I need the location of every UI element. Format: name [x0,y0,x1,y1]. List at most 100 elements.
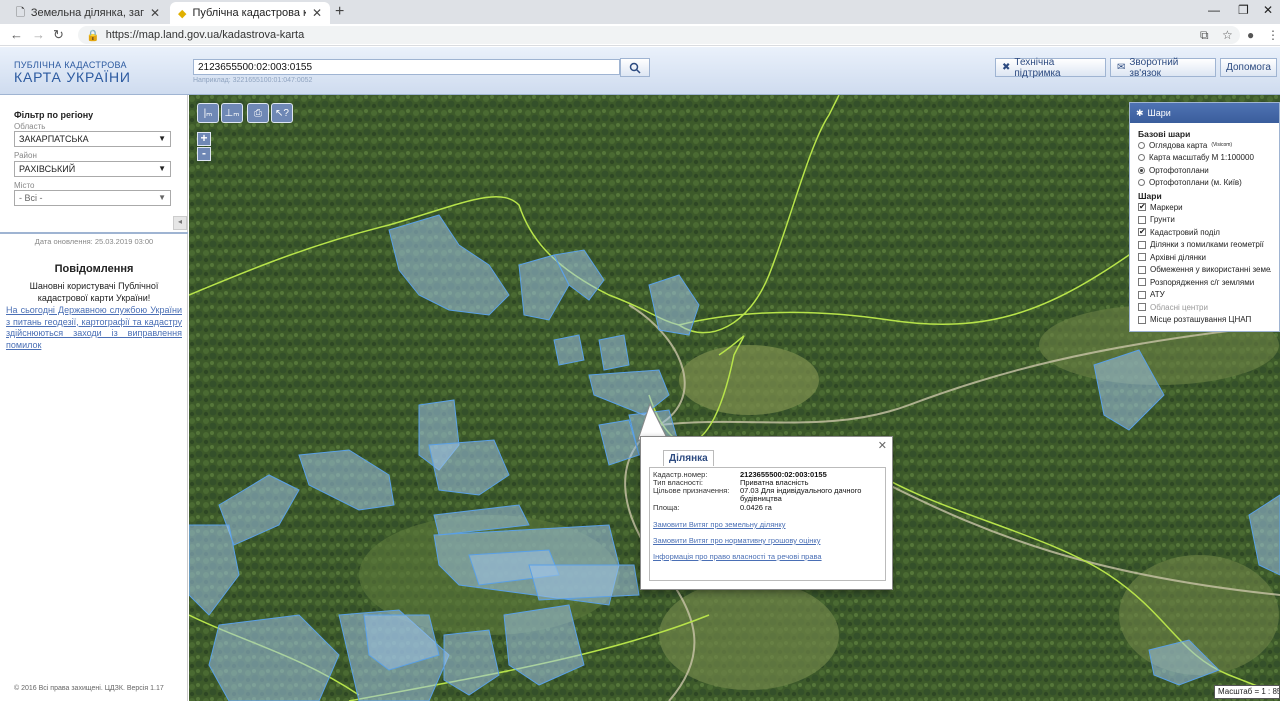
orthophoto-map[interactable] [189,95,1280,701]
overlay-layer-label: Кадастровий поділ [1150,227,1220,237]
collapse-panel-icon[interactable]: ◂ [173,216,187,230]
maximize-icon[interactable]: ❐ [1238,3,1249,17]
translate-icon[interactable]: ⧉ [1200,28,1209,43]
base-layer-note: (Visicom) [1211,142,1233,149]
new-tab-icon[interactable]: + [335,3,344,21]
checkbox[interactable] [1138,215,1146,224]
browser-tab-1[interactable]: 🗋 Земельна ділянка, загальною п ✕ [8,2,168,24]
bookmark-star-icon[interactable]: ☆ [1222,28,1233,42]
base-layer-label: Оглядова карта [1149,140,1208,150]
forward-icon[interactable]: → [32,27,45,42]
overlay-layer-option[interactable]: Розпорядження с/г землями [1138,276,1271,289]
checkbox[interactable] [1138,315,1146,324]
overlay-layer-label: АТУ [1150,290,1165,300]
overlay-layer-option[interactable]: Обласні центри [1138,301,1271,314]
checkbox[interactable] [1138,303,1146,312]
radio-button[interactable] [1138,179,1145,187]
notice-title: Повідомлення [54,263,134,275]
overlay-layer-option[interactable]: Ділянки з помилками геометрії [1138,239,1271,252]
region-filter-panel: Фільтр по регіону Область ЗАКАРПАТСЬКА ▼… [0,95,188,701]
city-select[interactable]: - Всі - ▼ [14,190,171,206]
cursor-help-icon: ↖? [275,107,289,119]
mail-icon: ✉ [1117,62,1126,73]
overlay-layer-option[interactable]: Грунти [1138,214,1271,227]
help-label: Допомога [1226,62,1271,73]
overlay-layers-title: Шари [1138,191,1162,201]
close-tab-icon[interactable]: ✕ [312,6,322,20]
area-label: Площа: [653,503,680,512]
base-layer-option[interactable]: Оглядова карта (Visicom) [1138,139,1271,152]
identify-button[interactable]: ↖? [271,103,293,123]
browser-tab-title: Земельна ділянка, загальною п [30,7,144,19]
radio-button[interactable] [1138,141,1145,149]
close-window-icon[interactable]: ✕ [1263,3,1273,17]
close-icon[interactable]: ✕ [878,439,887,452]
city-value: - Всі - [19,193,43,203]
filter-title: Фільтр по регіону [14,110,94,120]
notice-body: Шановні користувачі Публічної кадастрово… [29,281,159,303]
parcel-details: Кадастр.номер: 2123655500:02:003:0155 Ти… [649,467,886,581]
checkbox[interactable]: ✔ [1138,203,1146,212]
purpose-label: Цільове призначення: [653,486,730,495]
checkbox[interactable] [1138,240,1146,249]
feedback-button[interactable]: ✉ Зворотний зв'язок [1110,57,1216,79]
measure-area-button[interactable]: ⊥ₘ [221,103,243,123]
menu-dots-icon[interactable]: ⋮ [1267,28,1279,42]
layers-header[interactable]: ✱ Шари [1130,103,1279,123]
ruler-icon: |ₘ [203,107,213,119]
overlay-layer-option[interactable]: Обмеження у використанні земель [1138,264,1271,277]
overlay-layer-option[interactable]: Архівні ділянки [1138,251,1271,264]
chevron-down-icon: ▼ [158,134,166,143]
zoom-in-button[interactable]: + [197,132,211,146]
support-button[interactable]: ✖ Технічна підтримка [995,56,1106,79]
checkbox[interactable] [1138,253,1146,262]
close-tab-icon[interactable]: ✕ [150,6,160,20]
search-hint: Наприклад: 3221655100:01:047:0052 [193,77,313,84]
radio-button[interactable] [1138,154,1145,162]
overlay-layer-option[interactable]: ✔ Кадастровий поділ [1138,226,1271,239]
city-label: Місто [14,181,35,190]
cadastre-search-input[interactable] [193,59,620,75]
base-layer-option[interactable]: Ортофотоплани (м. Київ) [1138,177,1271,190]
url-field[interactable]: 🔒 https://map.land.gov.ua/kadastrova-kar… [78,26,1240,44]
minimize-icon[interactable]: — [1208,3,1220,17]
zoom-out-button[interactable]: - [197,147,211,161]
support-label: Технічна підтримка [1014,56,1061,79]
notice-link[interactable]: На сьогодні Державною службою України з … [6,305,182,351]
district-select[interactable]: РАХІВСЬКИЙ ▼ [14,161,171,177]
checkbox[interactable]: ✔ [1138,228,1146,237]
map-canvas[interactable]: |ₘ ⊥ₘ ⎙ ↖? + - [189,95,1280,701]
ownership-info-link[interactable]: Інформація про право власності та речові… [653,552,822,561]
checkbox[interactable] [1138,278,1146,287]
profile-icon[interactable]: ● [1247,28,1254,42]
search-button[interactable] [620,58,650,77]
order-extract-link[interactable]: Замовити Витяг про земельну ділянку [653,520,786,529]
lock-icon: 🔒 [86,29,100,42]
radio-button[interactable] [1138,166,1145,174]
browser-tab-bar: 🗋 Земельна ділянка, загальною п ✕ ◆ Публ… [0,0,1280,24]
browser-address-bar: ← → ↻ 🔒 https://map.land.gov.ua/kadastro… [0,24,1280,46]
logo-title[interactable]: КАРТА УКРАЇНИ [14,69,131,85]
help-button[interactable]: Допомога [1220,58,1277,77]
tools-icon: ✖ [1002,62,1011,73]
purpose-value: 07.03 Для індивідуального дачного будівн… [740,486,862,503]
tab-parcel[interactable]: Ділянка [663,450,714,466]
chevron-down-icon: ▼ [158,193,166,202]
base-layer-option[interactable]: Карта масштабу М 1:100000 [1138,152,1271,165]
measure-distance-button[interactable]: |ₘ [197,103,219,123]
overlay-layer-label: Маркери [1150,202,1183,212]
reload-icon[interactable]: ↻ [53,27,64,43]
region-select[interactable]: ЗАКАРПАТСЬКА ▼ [14,131,171,147]
overlay-layer-option[interactable]: АТУ [1138,289,1271,302]
overlay-layer-option[interactable]: ✔ Маркери [1138,201,1271,214]
browser-tab-2[interactable]: ◆ Публічна кадастрова карта Укр ✕ [170,2,330,24]
checkbox[interactable] [1138,290,1146,299]
checkbox[interactable] [1138,265,1146,274]
base-layer-option[interactable]: Ортофотоплани [1138,164,1271,177]
print-button[interactable]: ⎙ [247,103,269,123]
overlay-layer-option[interactable]: Місце розташування ЦНАП [1138,314,1271,327]
order-valuation-link[interactable]: Замовити Витяг про нормативну грошову оц… [653,536,820,545]
district-label: Район [14,151,37,160]
back-icon[interactable]: ← [10,27,23,42]
area-icon: ⊥ₘ [224,107,240,119]
